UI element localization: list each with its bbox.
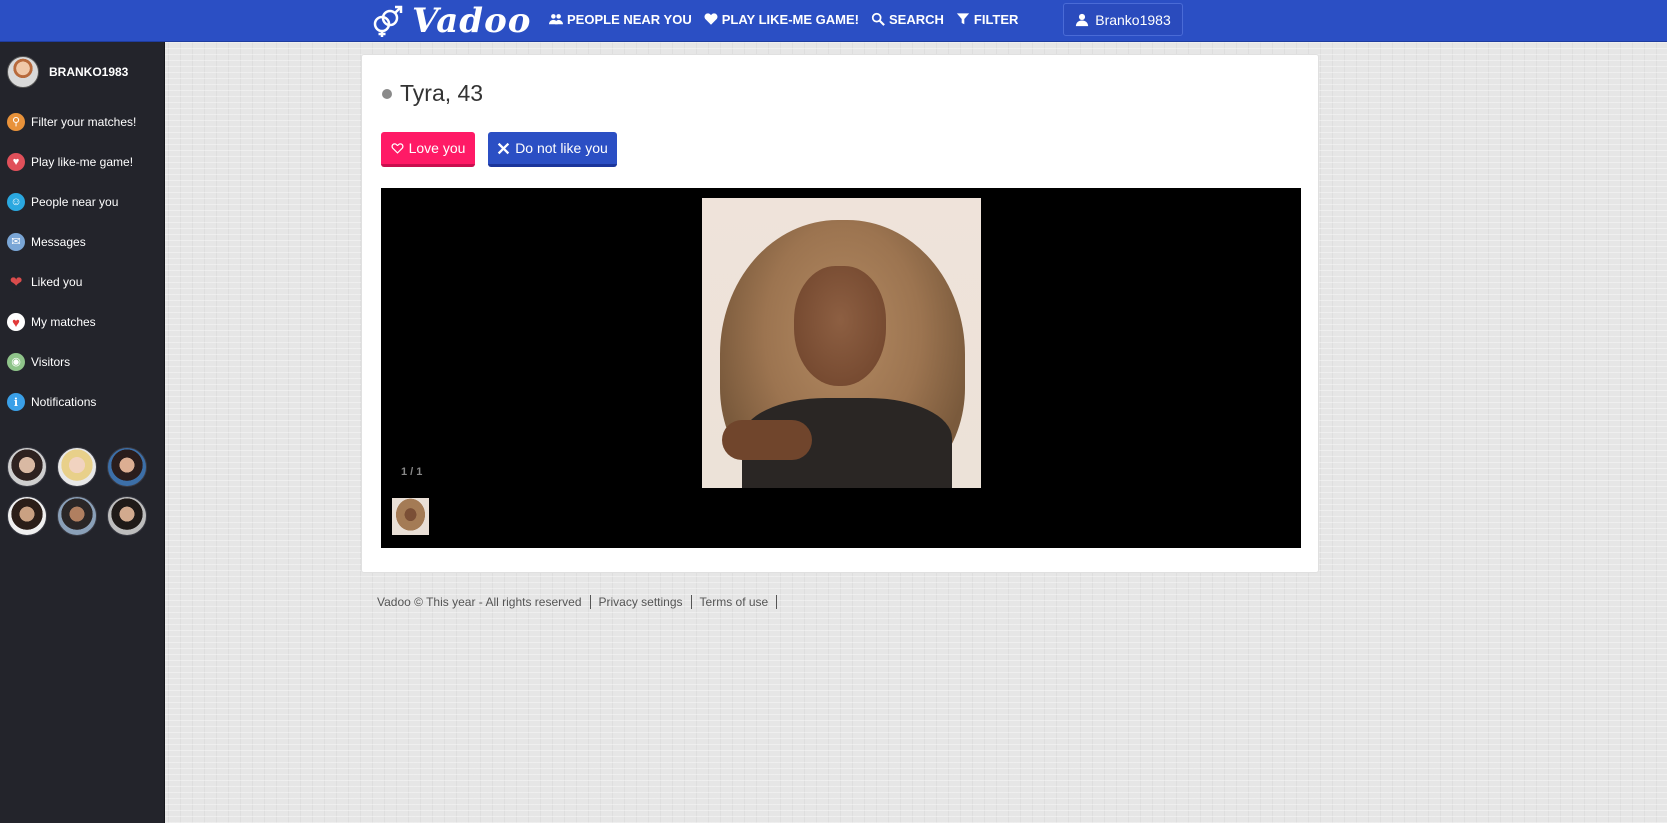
heart-icon: ♥ (7, 153, 25, 171)
sidebar-menu: ⚲ Filter your matches! ♥ Play like-me ga… (7, 102, 136, 422)
sidebar-item-label: Play like-me game! (31, 155, 134, 169)
sidebar-item-label: Notifications (31, 395, 97, 409)
do-not-like-button[interactable]: Do not like you (488, 132, 617, 167)
nav-filter[interactable]: FILTER (956, 11, 1019, 27)
user-menu-button[interactable]: Branko1983 (1063, 3, 1183, 36)
nav-label: PLAY LIKE-ME GAME! (721, 11, 859, 27)
nav-search[interactable]: SEARCH (871, 12, 944, 27)
sidebar-username: BRANKO1983 (49, 65, 129, 79)
profile-photo[interactable] (702, 198, 981, 488)
sidebar-item-label: Filter your matches! (31, 115, 137, 129)
sidebar-item-play-game[interactable]: ♥ Play like-me game! (7, 142, 136, 182)
brand-name: Vadoo (412, 1, 532, 41)
nav-label: SEARCH (888, 11, 944, 27)
profile-name-age: Tyra, 43 (400, 80, 484, 106)
user-icon (1076, 13, 1089, 26)
sidebar-item-messages[interactable]: ✉ Messages (7, 222, 136, 262)
envelope-icon: ✉ (7, 233, 25, 251)
privacy-settings-link[interactable]: Privacy settings (591, 595, 692, 609)
profile-avatar[interactable] (57, 447, 97, 487)
sidebar: BRANKO1983 ⚲ Filter your matches! ♥ Play… (0, 42, 165, 823)
profile-avatar[interactable] (57, 496, 97, 536)
photo-thumbnail[interactable] (392, 498, 429, 535)
sidebar-item-people-near-you[interactable]: ☺ People near you (7, 182, 136, 222)
nav-people-near-you[interactable]: PEOPLE NEAR YOU (549, 12, 692, 27)
sidebar-item-my-matches[interactable]: ♥ My matches (7, 302, 136, 342)
close-icon (498, 142, 510, 154)
main-nav: PEOPLE NEAR YOU PLAY LIKE-ME GAME! SEARC… (549, 0, 1018, 38)
photo-hand-shape (722, 420, 812, 460)
suggested-profiles (7, 447, 159, 536)
photo-gallery: 1 / 1 (381, 188, 1301, 548)
magnifier-icon: ⚲ (7, 113, 25, 131)
sidebar-item-filter-matches[interactable]: ⚲ Filter your matches! (7, 102, 136, 142)
sidebar-item-notifications[interactable]: i Notifications (7, 382, 136, 422)
sidebar-item-label: People near you (31, 195, 119, 209)
heart-icon (704, 13, 718, 25)
love-you-button[interactable]: Love you (381, 132, 475, 167)
sidebar-item-label: Messages (31, 235, 86, 249)
heart-icon: ♥ (7, 313, 25, 331)
dislike-button-label: Do not like you (515, 140, 608, 156)
eye-icon: ◉ (7, 353, 25, 371)
info-icon: i (7, 393, 25, 411)
brand-logo[interactable]: Vadoo (368, 0, 531, 42)
sidebar-item-label: Liked you (31, 275, 83, 289)
top-navbar: Vadoo PEOPLE NEAR YOU PLAY LIKE-ME GAME!… (0, 0, 1667, 42)
nav-play-like-me-game[interactable]: PLAY LIKE-ME GAME! (704, 12, 859, 27)
gender-symbols-icon (373, 5, 403, 37)
hand-heart-icon: ❤ (7, 273, 25, 291)
nav-label: PEOPLE NEAR YOU (567, 11, 692, 27)
terms-of-use-link[interactable]: Terms of use (692, 595, 778, 609)
profile-avatar[interactable] (7, 496, 47, 536)
profile-avatar[interactable] (107, 496, 147, 536)
users-icon (549, 14, 563, 25)
sidebar-item-label: Visitors (31, 355, 71, 369)
filter-icon (956, 13, 970, 25)
sidebar-item-liked-you[interactable]: ❤ Liked you (7, 262, 136, 302)
sidebar-item-visitors[interactable]: ◉ Visitors (7, 342, 136, 382)
user-button-label: Branko1983 (1095, 11, 1171, 28)
avatar (7, 56, 39, 88)
profile-avatar[interactable] (7, 447, 47, 487)
love-button-label: Love you (408, 140, 466, 156)
profile-avatar[interactable] (107, 447, 147, 487)
search-icon (871, 12, 885, 26)
nav-label: FILTER (973, 11, 1019, 27)
photo-counter: 1 / 1 (401, 466, 423, 478)
sidebar-item-label: My matches (31, 315, 96, 329)
person-icon: ☺ (7, 193, 25, 211)
photo-face-shape (794, 266, 886, 386)
profile-header: Tyra, 43 (382, 80, 483, 107)
online-status-dot (382, 88, 392, 99)
footer-copyright: Vadoo © This year - All rights reserved (377, 595, 591, 609)
profile-card: Tyra, 43 Love you Do not like you 1 / 1 (361, 54, 1319, 573)
sidebar-user[interactable]: BRANKO1983 (7, 56, 128, 88)
heart-outline-icon (391, 142, 404, 154)
footer: Vadoo © This year - All rights reserved … (377, 595, 778, 609)
